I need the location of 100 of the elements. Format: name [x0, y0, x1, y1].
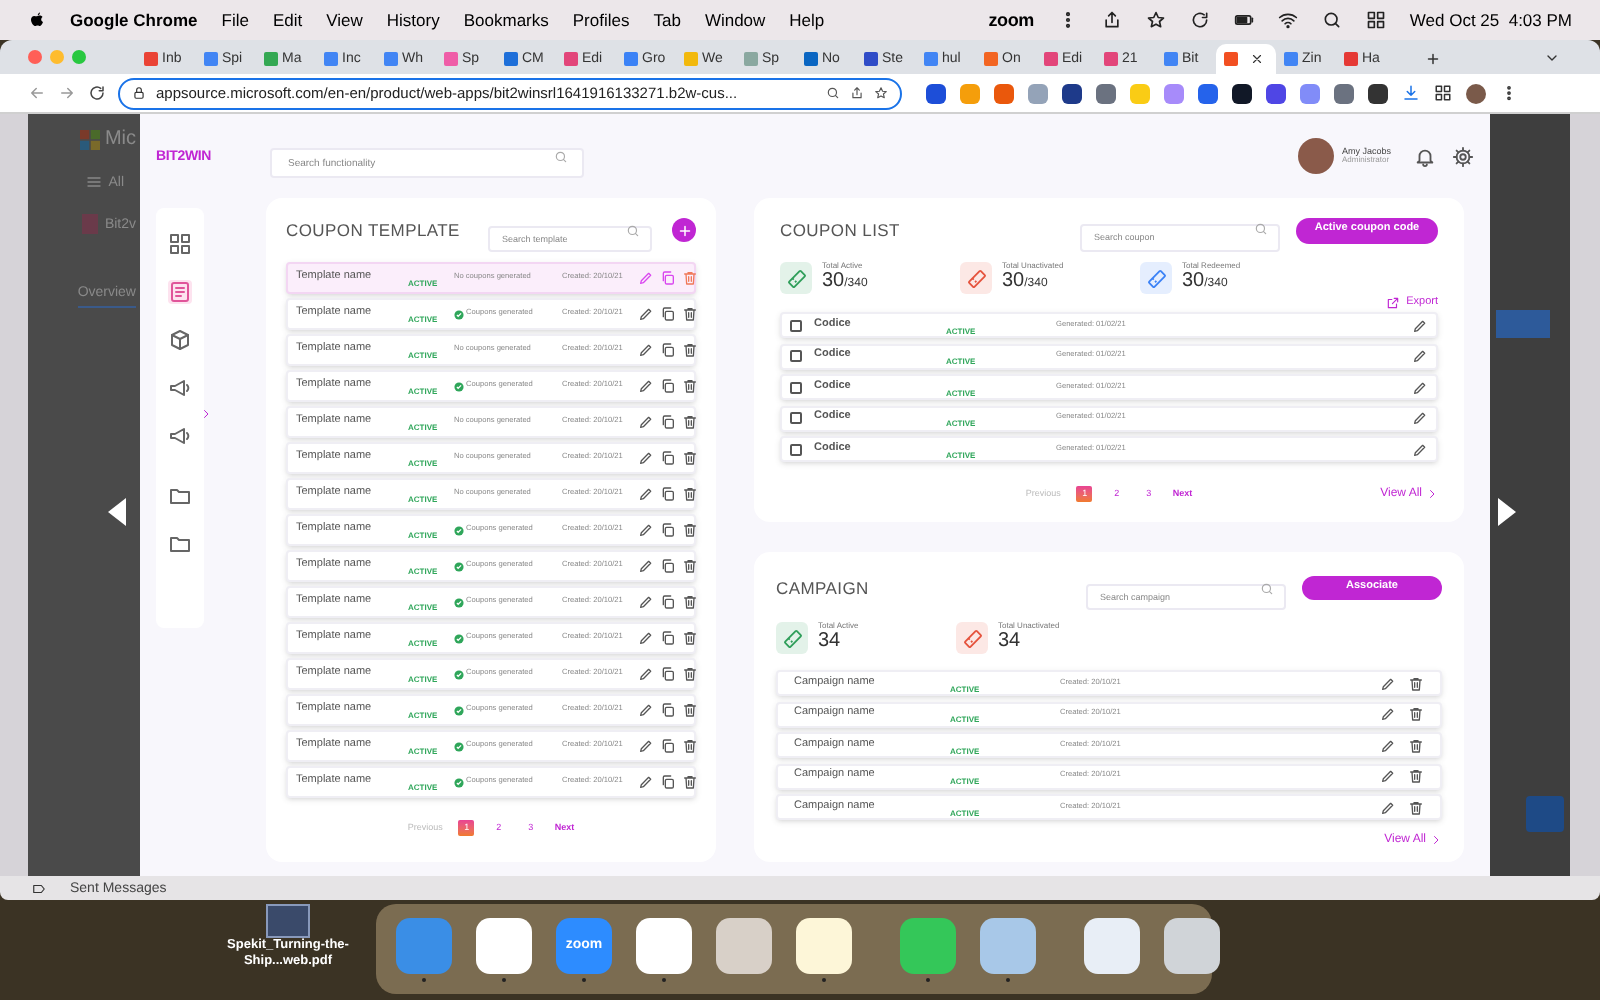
menu-item[interactable]: Window	[704, 11, 766, 29]
pencil-icon[interactable]	[638, 774, 654, 790]
trash-icon[interactable]	[682, 522, 698, 538]
side-panel-icon[interactable]	[1434, 84, 1452, 102]
pencil-icon[interactable]	[638, 450, 654, 466]
menu-item[interactable]: History	[386, 11, 440, 29]
copy-icon[interactable]	[660, 414, 676, 430]
megaphone-icon[interactable]	[168, 376, 192, 400]
app-name[interactable]: Google Chrome	[70, 11, 198, 29]
forward-icon[interactable]	[58, 84, 76, 102]
trash-icon[interactable]	[1408, 768, 1424, 784]
trash-icon[interactable]	[682, 774, 698, 790]
copy-icon[interactable]	[660, 666, 676, 682]
pencil-icon[interactable]	[638, 270, 654, 286]
wifi-icon[interactable]	[1277, 10, 1298, 30]
new-tab-icon[interactable]	[1424, 50, 1442, 68]
reload-icon[interactable]	[88, 84, 106, 102]
dock-app-icon[interactable]	[1164, 917, 1220, 973]
trash-icon[interactable]	[682, 702, 698, 718]
search-icon[interactable]	[826, 86, 840, 100]
menu-item[interactable]: Profiles	[572, 11, 630, 29]
copy-icon[interactable]	[660, 630, 676, 646]
bell-icon[interactable]	[1414, 145, 1436, 167]
next-arrow-icon[interactable]	[1498, 498, 1516, 526]
menu-item[interactable]: View	[326, 11, 363, 29]
file-thumbnail[interactable]	[266, 904, 310, 938]
pencil-icon[interactable]	[638, 522, 654, 538]
previous-arrow-icon[interactable]	[108, 498, 126, 526]
copy-icon[interactable]	[660, 702, 676, 718]
status-icon[interactable]	[1145, 10, 1166, 30]
trash-icon[interactable]	[1408, 675, 1424, 691]
trash-icon[interactable]	[682, 630, 698, 646]
expand-icon[interactable]	[200, 408, 212, 420]
dock-app-icon[interactable]	[476, 917, 532, 973]
pencil-icon[interactable]	[638, 594, 654, 610]
copy-icon[interactable]	[660, 738, 676, 754]
folder-icon[interactable]	[168, 484, 192, 508]
checkbox[interactable]	[790, 412, 802, 424]
settings-icon[interactable]	[1452, 145, 1474, 167]
share-icon[interactable]	[850, 86, 864, 100]
pencil-icon[interactable]	[638, 702, 654, 718]
copy-icon[interactable]	[660, 270, 676, 286]
copy-icon[interactable]	[660, 486, 676, 502]
box-icon[interactable]	[168, 328, 192, 352]
status-icon[interactable]	[1189, 10, 1210, 30]
checkbox[interactable]	[790, 350, 802, 362]
trash-icon[interactable]	[682, 414, 698, 430]
copy-icon[interactable]	[660, 558, 676, 574]
pencil-icon[interactable]	[638, 738, 654, 754]
battery-icon[interactable]	[1233, 10, 1254, 30]
caret-icon[interactable]	[1544, 50, 1560, 66]
copy-icon[interactable]	[660, 342, 676, 358]
copy-icon[interactable]	[660, 774, 676, 790]
grid-icon[interactable]	[168, 232, 192, 256]
profile-avatar[interactable]	[1466, 83, 1486, 103]
dock-app-icon[interactable]	[796, 917, 852, 973]
menu-item[interactable]: Bookmarks	[463, 11, 549, 29]
menu-item[interactable]: Edit	[272, 11, 303, 29]
dock-app-icon[interactable]	[636, 917, 692, 973]
trash-icon[interactable]	[1408, 737, 1424, 753]
document-icon[interactable]	[168, 280, 192, 304]
trash-icon[interactable]	[1408, 799, 1424, 815]
copy-icon[interactable]	[660, 450, 676, 466]
menu-item[interactable]: File	[221, 11, 249, 29]
copy-icon[interactable]	[660, 378, 676, 394]
bookmark-star-icon[interactable]	[874, 86, 888, 100]
trash-icon[interactable]	[682, 666, 698, 682]
menu-item[interactable]: Tab	[653, 11, 681, 29]
pencil-icon[interactable]	[638, 630, 654, 646]
trash-icon[interactable]	[682, 378, 698, 394]
pencil-icon[interactable]	[638, 306, 654, 322]
download-icon[interactable]	[1402, 84, 1420, 102]
checkbox[interactable]	[790, 319, 802, 331]
checkbox[interactable]	[790, 443, 802, 455]
pencil-icon[interactable]	[638, 378, 654, 394]
trash-icon[interactable]	[682, 738, 698, 754]
megaphone-icon[interactable]	[168, 424, 192, 448]
pencil-icon[interactable]	[638, 666, 654, 682]
status-menu-item[interactable]: zoom	[988, 11, 1034, 29]
copy-icon[interactable]	[660, 594, 676, 610]
browser-tab[interactable]	[1216, 44, 1276, 74]
trash-icon[interactable]	[682, 306, 698, 322]
pencil-icon[interactable]	[638, 558, 654, 574]
trash-icon[interactable]	[682, 558, 698, 574]
pencil-icon[interactable]	[638, 414, 654, 430]
trash-icon[interactable]	[682, 594, 698, 610]
trash-icon[interactable]	[682, 486, 698, 502]
folder-icon[interactable]	[168, 532, 192, 556]
back-icon[interactable]	[28, 84, 46, 102]
pencil-icon[interactable]	[638, 486, 654, 502]
trash-icon[interactable]	[682, 450, 698, 466]
checkbox[interactable]	[790, 381, 802, 393]
close-icon[interactable]	[1250, 52, 1264, 66]
search-icon[interactable]	[1321, 10, 1342, 30]
menu-item[interactable]: Help	[789, 11, 825, 29]
apple-icon[interactable]	[28, 10, 46, 30]
avatar[interactable]	[1298, 138, 1334, 174]
trash-icon[interactable]	[682, 342, 698, 358]
copy-icon[interactable]	[660, 306, 676, 322]
clock[interactable]: Wed Oct 25 4:03 PM	[1409, 11, 1572, 29]
